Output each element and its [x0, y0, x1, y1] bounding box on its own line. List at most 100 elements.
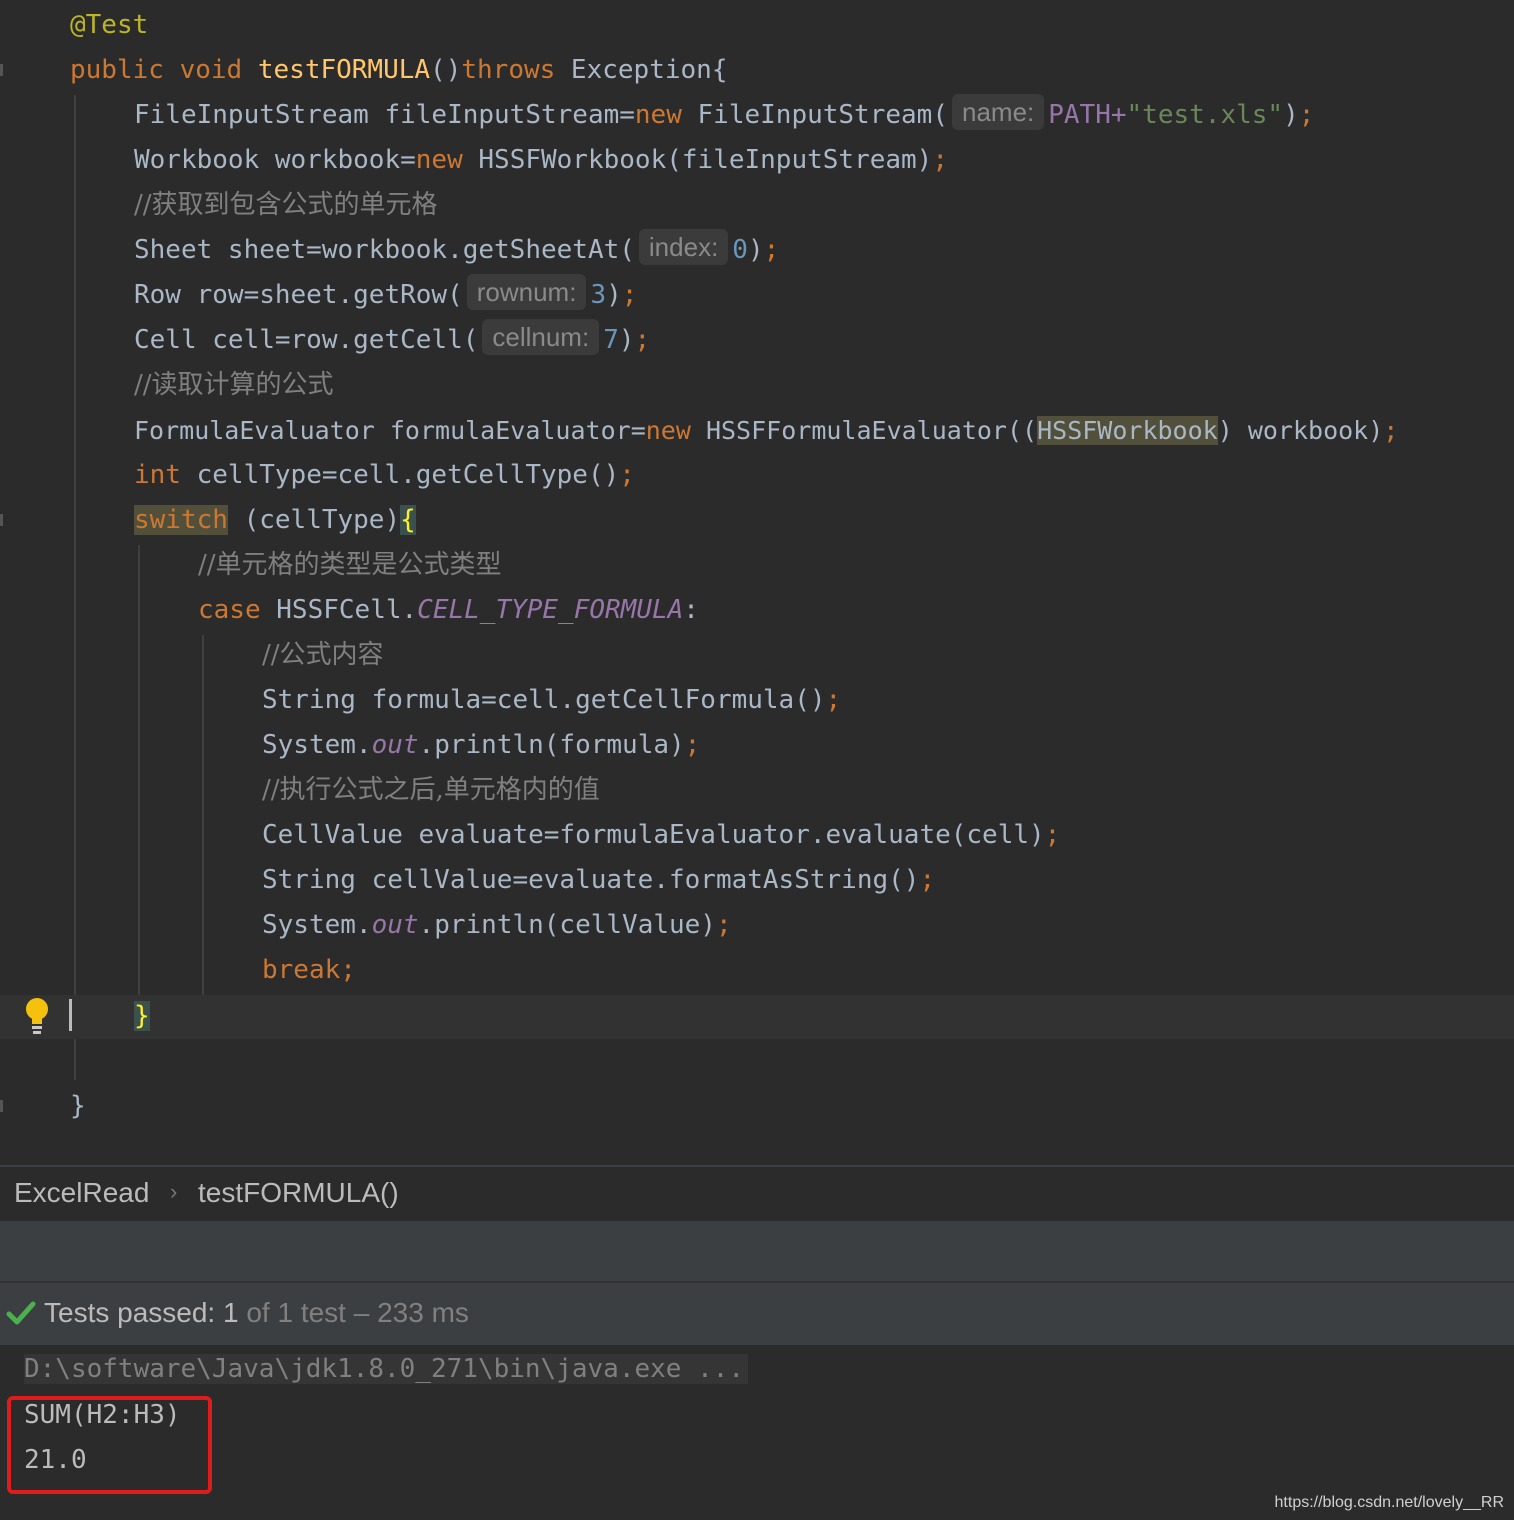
code-line[interactable]: //读取计算的公式 [134, 363, 334, 408]
static-field: out [371, 910, 419, 940]
semicolon: ; [932, 145, 948, 175]
fold-marker[interactable] [0, 64, 3, 76]
code-text: ) [606, 280, 622, 310]
indent-guide [202, 635, 204, 995]
code-line[interactable]: System.out.println(formula); [262, 723, 700, 768]
code-text: FileInputStream( [681, 100, 948, 130]
code-line[interactable]: Row row=sheet.getRow(rownum: 3); [134, 273, 637, 318]
code-line[interactable]: //公式内容 [262, 633, 384, 678]
code-line[interactable]: } [134, 994, 150, 1039]
code-text: } [70, 1091, 86, 1121]
code-text: FileInputStream fileInputStream= [134, 100, 635, 130]
keyword: public [70, 55, 164, 85]
semicolon: ; [684, 730, 701, 760]
code-text: System. [262, 910, 372, 940]
parameter-hint: name: [951, 94, 1045, 130]
comment: //读取计算的公式 [134, 370, 334, 400]
watermark: https://blog.csdn.net/lovely__RR [1274, 1494, 1504, 1511]
string-literal: "test.xls" [1126, 100, 1284, 130]
parameter-hint: rownum: [466, 274, 587, 310]
code-line[interactable]: //执行公式之后,单元格内的值 [262, 768, 600, 813]
code-text: cellType=cell.getCellType() [180, 460, 620, 490]
code-line[interactable]: FileInputStream fileInputStream=new File… [134, 93, 1314, 138]
code-text: FormulaEvaluator formulaEvaluator= [134, 416, 646, 445]
comment: //获取到包含公式的单元格 [134, 190, 438, 220]
code-line[interactable]: break; [262, 948, 356, 993]
code-text: PATH+ [1048, 100, 1127, 130]
code-line[interactable]: @Test [70, 3, 148, 48]
chevron-right-icon: › [170, 1179, 178, 1204]
code-text: HSSFCell. [260, 595, 418, 625]
highlight-box [7, 1396, 212, 1494]
code-text: String cellValue=evaluate.formatAsString… [262, 865, 920, 895]
code-text: ) [618, 325, 635, 355]
static-field: CELL_TYPE_FORMULA [417, 595, 684, 625]
code-line[interactable]: String cellValue=evaluate.formatAsString… [262, 858, 935, 903]
breadcrumb-class[interactable]: ExcelRead [14, 1177, 149, 1209]
code-text: ) [1283, 100, 1299, 130]
code-text: ) workbook) [1217, 416, 1384, 445]
code-line[interactable]: switch (cellType){ [134, 498, 416, 543]
fold-marker[interactable] [0, 514, 3, 526]
test-status-bar: Tests passed: 1 of 1 test – 233 ms [0, 1281, 1514, 1347]
code-line[interactable]: FormulaEvaluator formulaEvaluator=new HS… [134, 408, 1398, 453]
comment: //执行公式之后,单元格内的值 [262, 775, 600, 805]
static-field: out [371, 730, 419, 760]
code-line[interactable]: Sheet sheet=workbook.getSheetAt(index: 0)… [134, 228, 779, 273]
code-line[interactable]: Cell cell=row.getCell(cellnum: 7); [134, 318, 650, 363]
semicolon: ; [619, 460, 635, 490]
comment: //公式内容 [262, 640, 384, 670]
keyword: int [134, 460, 181, 490]
code-line[interactable]: String formula=cell.getCellFormula(); [262, 678, 841, 723]
keyword: new [645, 416, 691, 445]
code-line[interactable]: } [70, 1084, 86, 1129]
indent-guide [138, 545, 140, 995]
code-line[interactable]: int cellType=cell.getCellType(); [134, 453, 635, 498]
breadcrumb: ExcelRead › testFORMULA() [0, 1165, 1514, 1223]
code-text: (cellType) [227, 505, 401, 535]
method-name: testFORMULA [257, 55, 431, 85]
semicolon: ; [919, 865, 936, 895]
check-icon [6, 1301, 36, 1325]
matched-brace: } [134, 1001, 150, 1031]
code-line[interactable]: CellValue evaluate=formulaEvaluator.eval… [262, 813, 1060, 858]
fold-marker[interactable] [0, 1100, 3, 1112]
code-editor[interactable]: @Test public void testFORMULA()throws Ex… [0, 0, 1514, 1165]
semicolon: ; [1383, 416, 1399, 445]
code-line[interactable]: System.out.println(cellValue); [262, 903, 732, 948]
semicolon: ; [634, 325, 651, 355]
code-text: Exception{ [555, 55, 728, 85]
code-line[interactable]: //单元格的类型是公式类型 [198, 543, 502, 588]
lightbulb-icon[interactable] [24, 996, 50, 1036]
text-caret [69, 999, 72, 1031]
code-text: () [430, 55, 462, 85]
keyword: void [179, 55, 243, 85]
annotation: @Test [70, 10, 149, 40]
code-text: HSSFWorkbook(fileInputStream) [462, 145, 933, 175]
semicolon: ; [1298, 100, 1315, 130]
code-line[interactable]: Workbook workbook=new HSSFWorkbook(fileI… [134, 138, 948, 183]
code-line[interactable]: //获取到包含公式的单元格 [134, 183, 438, 228]
code-text: CellValue evaluate=formulaEvaluator.eval… [262, 820, 1045, 850]
indent-guide [74, 95, 76, 1080]
parameter-hint: index: [638, 229, 729, 265]
code-text: ) [747, 235, 764, 265]
code-text: System. [262, 730, 372, 760]
comment: //单元格的类型是公式类型 [198, 550, 502, 580]
status-detail: of 1 test – 233 ms [238, 1297, 469, 1328]
code-text: Workbook workbook= [134, 145, 416, 175]
code-line[interactable]: public void testFORMULA()throws Exceptio… [70, 48, 727, 93]
code-text: : [683, 595, 699, 625]
keyword: throws [461, 55, 556, 85]
keyword: new [415, 145, 463, 175]
status-label: Tests passed: [44, 1297, 223, 1328]
keyword: new [634, 100, 682, 130]
highlighted-type: HSSFWorkbook [1037, 416, 1218, 445]
code-line[interactable]: case HSSFCell.CELL_TYPE_FORMULA: [198, 588, 699, 633]
semicolon: ; [340, 955, 356, 985]
semicolon: ; [715, 910, 732, 940]
code-text: .println(cellValue) [418, 910, 716, 940]
breadcrumb-method[interactable]: testFORMULA() [198, 1177, 399, 1209]
number-literal: 7 [603, 325, 619, 355]
number-literal: 0 [732, 235, 748, 265]
